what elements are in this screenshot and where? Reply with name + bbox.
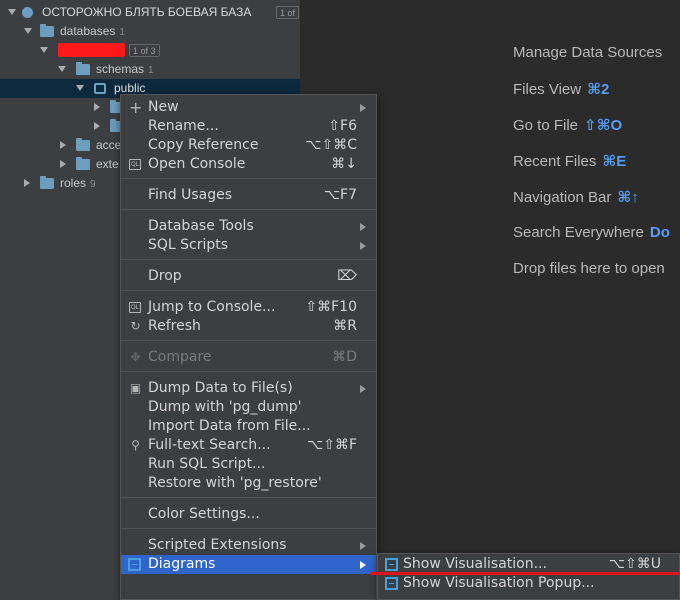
menu-item-fulltext-search[interactable]: ⚲ Full-text Search... ⌥⇧⌘F [121,436,376,455]
submenu-arrow-icon [360,223,366,231]
schema-icon [94,83,106,94]
submenu-arrow-icon [360,242,366,250]
tree-item-label: schemas 1 [96,62,154,76]
connection-label: ОСТОРОЖНО БЛЯТЬ БОЕВАЯ БАЗА [42,5,252,19]
folder-icon [76,62,90,75]
collapse-arrow-icon[interactable] [60,160,66,168]
expand-arrow-icon[interactable] [58,66,66,72]
tree-item-label: roles 9 [60,176,96,190]
hint-go-to-file: Go to File ⇧⌘O [513,117,623,134]
tree-item-label: databases 1 [60,24,125,38]
menu-item-refresh[interactable]: ↻ Refresh ⌘R [121,317,376,336]
submenu-arrow-icon [360,104,366,112]
delete-key-icon: ⌦ [337,268,357,284]
menu-item-import-data[interactable]: Import Data from File... [121,417,376,436]
hint-drop-files: Drop files here to open [513,260,665,277]
diagram-icon [385,558,398,571]
menu-item-show-visualisation-popup[interactable]: Show Visualisation Popup... [378,574,679,593]
diagram-icon [128,558,141,571]
menu-item-compare: ✥ Compare ⌘D [130,349,357,365]
save-icon: ▣ [129,381,142,395]
menu-item-open-console[interactable]: QL Open Console ⌘↓ [121,155,376,174]
context-menu: + New Rename... ⇧F6 Copy Reference ⌥⇧⌘C … [120,94,377,600]
menu-item-new[interactable]: + New [121,98,376,117]
hint-files-view: Files View ⌘2 [513,81,610,98]
collapse-arrow-icon[interactable] [94,103,100,111]
tree-item-schemas[interactable]: schemas 1 [0,60,300,79]
menu-item-run-sql[interactable]: Run SQL Script... [121,455,376,474]
menu-separator [121,209,376,210]
submenu-arrow-icon [360,385,366,393]
console-icon: QL [129,159,141,170]
compare-icon: ✥ [130,350,141,364]
console-icon: QL [129,302,141,313]
tree-root-connection[interactable]: ОСТОРОЖНО БЛЯТЬ БОЕВАЯ БАЗА 1 of [0,3,300,22]
diagram-icon [385,577,398,590]
submenu-arrow-icon [360,561,366,569]
menu-separator [121,290,376,291]
expand-arrow-icon[interactable] [24,28,32,34]
menu-separator [121,497,376,498]
connection-badge: 1 of [276,6,300,19]
menu-item-scripted-extensions[interactable]: Scripted Extensions [121,536,376,555]
menu-separator [121,178,376,179]
expand-arrow-icon[interactable] [40,47,48,53]
menu-item-database-tools[interactable]: Database Tools [121,217,376,236]
menu-item-sql-scripts[interactable]: SQL Scripts [121,236,376,255]
search-icon: ⚲ [131,438,140,452]
menu-item-find-usages[interactable]: Find Usages ⌥F7 [121,186,376,205]
folder-icon [40,176,54,189]
redacted-database-name [58,43,125,57]
expand-arrow-icon[interactable] [76,85,84,91]
annotation-underline [370,572,680,575]
collapse-arrow-icon[interactable] [24,179,30,187]
menu-item-jump-to-console[interactable]: QL Jump to Console... ⇧⌘F10 [121,298,376,317]
menu-separator [121,340,376,341]
folder-icon [76,157,90,170]
menu-item-drop[interactable]: Drop ⌦ [121,267,376,286]
hint-recent-files: Recent Files ⌘E [513,153,627,170]
menu-item-restore[interactable]: Restore with 'pg_restore' [121,474,376,493]
menu-separator [121,528,376,529]
menu-separator [121,371,376,372]
folder-icon [40,24,54,37]
menu-item-rename[interactable]: Rename... ⇧F6 [121,117,376,136]
hint-navigation-bar: Navigation Bar ⌘↑ [513,189,639,206]
diagrams-submenu: Show Visualisation... ⌥⇧⌘U Show Visualis… [377,553,680,600]
refresh-icon: ↻ [130,319,141,333]
collapse-arrow-icon[interactable] [60,141,66,149]
submenu-arrow-icon [360,542,366,550]
tree-item-database[interactable]: 1 of 3 [0,41,300,60]
menu-item-copy-reference[interactable]: Copy Reference ⌥⇧⌘C [121,136,376,155]
tree-item-label: exte [96,157,119,171]
plus-icon: + [129,98,143,117]
menu-item-diagrams[interactable]: Diagrams [121,555,376,574]
hint-manage-data-sources: Manage Data Sources [513,44,663,61]
folder-icon [76,138,90,151]
collapse-arrow-icon[interactable] [94,122,100,130]
tree-item-databases[interactable]: databases 1 [0,22,300,41]
menu-separator [121,259,376,260]
database-connection-icon [22,7,33,18]
database-badge: 1 of 3 [129,44,160,57]
expand-arrow-icon[interactable] [8,9,16,15]
menu-item-dump-pg[interactable]: Dump with 'pg_dump' [121,398,376,417]
menu-item-color-settings[interactable]: Color Settings... [121,505,376,524]
hint-search-everywhere: Search Everywhere Do [513,224,670,241]
menu-item-dump-data[interactable]: ▣ Dump Data to File(s) [121,379,376,398]
tree-item-label: acce [96,138,122,152]
